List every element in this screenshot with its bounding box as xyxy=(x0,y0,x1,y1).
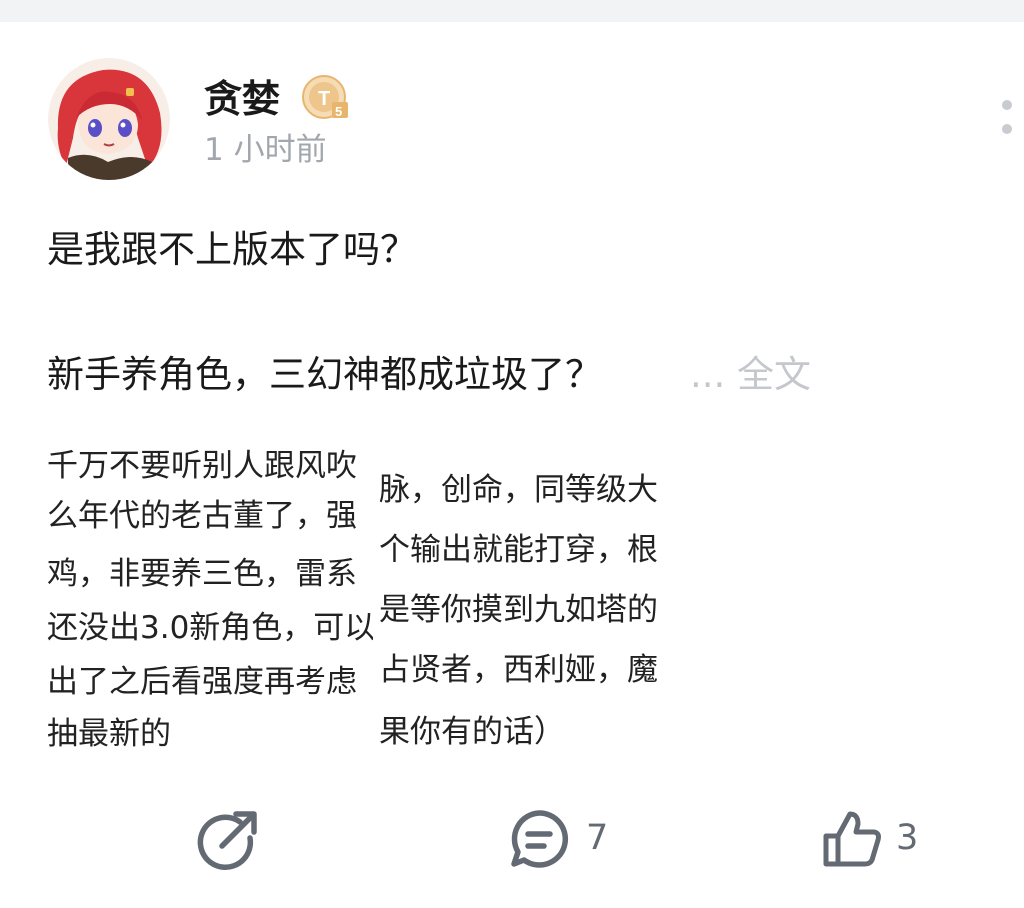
image-text-line: 么年代的老古董了，强 xyxy=(47,498,357,534)
image-text-line: 还没出3.0新角色，可以 xyxy=(47,610,373,646)
share-icon xyxy=(197,811,257,870)
image-text-line: 果你有的话） xyxy=(379,714,565,750)
image-text-line: 是等你摸到九如塔的 xyxy=(379,592,658,628)
thumbs-up-icon xyxy=(823,811,881,867)
image-text-line: 出了之后看强度再考虑 xyxy=(47,664,357,700)
image-text-line: 千万不要听别人跟风吹 xyxy=(47,448,357,484)
comment-icon xyxy=(511,810,569,868)
author-name[interactable]: 贪婪 xyxy=(204,76,280,122)
image-text-line: 鸡，非要养三色，雷系 xyxy=(47,556,357,592)
image-text-line: 抽最新的 xyxy=(47,716,171,752)
post-timestamp: 1 小时前 xyxy=(204,132,327,168)
image-text-line: 个输出就能打穿，根 xyxy=(379,532,658,568)
comment-button[interactable]: 7 xyxy=(506,806,616,872)
top-divider-bar xyxy=(0,0,1024,22)
post-body[interactable]: 新手养角色，三幻神都成垃圾了？ xyxy=(47,350,602,400)
image-text-line: 占贤者，西利娅，魔 xyxy=(379,652,658,688)
avatar[interactable] xyxy=(48,58,170,180)
more-vertical-icon[interactable] xyxy=(996,100,1018,142)
post-title[interactable]: 是我跟不上版本了吗？ xyxy=(47,226,417,274)
expand-full-text-link[interactable]: ... 全文 xyxy=(690,350,811,400)
svg-text:5: 5 xyxy=(335,104,342,119)
like-count: 3 xyxy=(896,818,919,858)
level-badge: T 5 xyxy=(300,72,352,122)
share-button[interactable] xyxy=(196,806,260,872)
svg-text:T: T xyxy=(318,88,330,110)
post-image-1[interactable]: 千万不要听别人跟风吹 么年代的老古董了，强 鸡，非要养三色，雷系 还没出3.0新… xyxy=(47,440,373,770)
image-text-line: 脉，创命，同等级大 xyxy=(379,472,658,508)
post-image-2[interactable]: 脉，创命，同等级大 个输出就能打穿，根 是等你摸到九如塔的 占贤者，西利娅，魔 … xyxy=(379,460,703,760)
comment-count: 7 xyxy=(586,818,609,858)
like-button[interactable]: 3 xyxy=(820,806,930,872)
